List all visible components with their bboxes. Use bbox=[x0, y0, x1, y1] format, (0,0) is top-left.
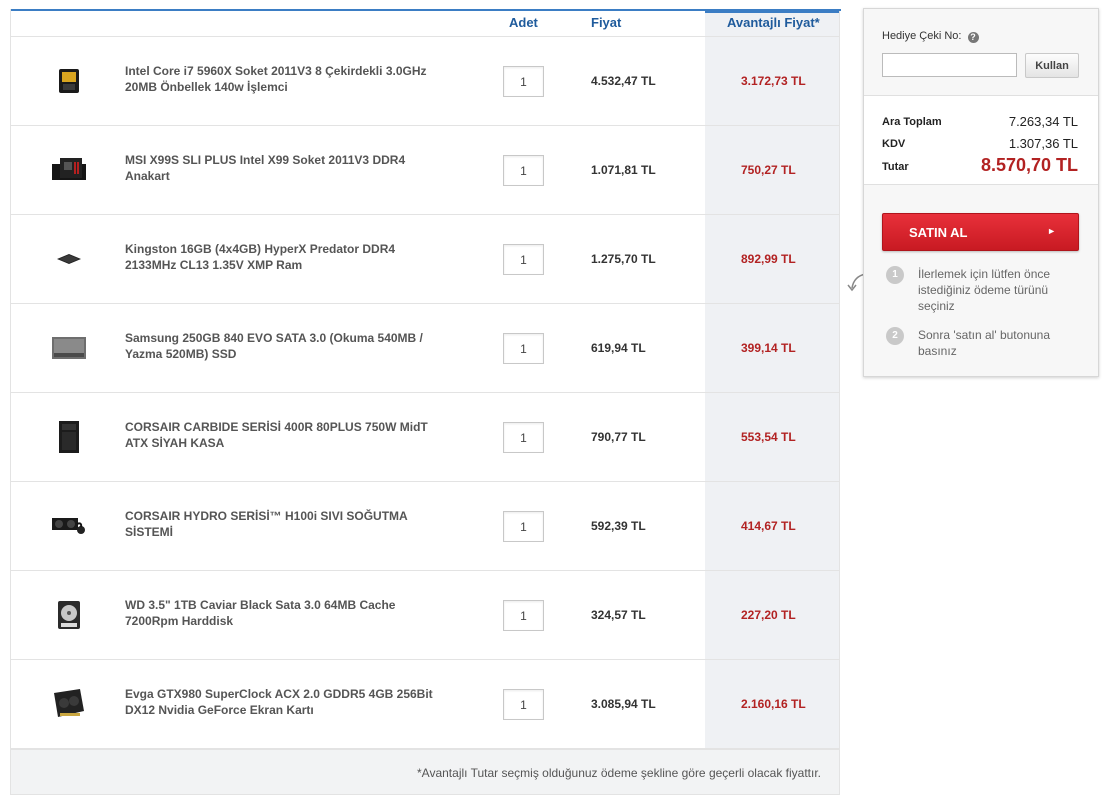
product-name[interactable]: Kingston 16GB (4x4GB) HyperX Predator DD… bbox=[125, 241, 445, 273]
step-number-badge: 2 bbox=[886, 327, 904, 345]
advantage-column-top bbox=[705, 9, 839, 13]
buy-button-label: SATIN AL bbox=[909, 224, 968, 240]
product-price: 1.071,81 TL bbox=[591, 163, 656, 177]
instruction-step: 2 Sonra 'satın al' butonuna basınız bbox=[886, 327, 1086, 361]
product-name[interactable]: CORSAIR CARBIDE SERİSİ 400R 80PLUS 750W … bbox=[125, 419, 445, 451]
hard-disk-icon[interactable] bbox=[51, 599, 87, 631]
order-summary-panel: Hediye Çeki No: ? Kullan Ara Toplam 7.26… bbox=[863, 8, 1099, 377]
quantity-input[interactable] bbox=[503, 66, 544, 97]
advantage-price: 227,20 TL bbox=[741, 608, 796, 622]
graphics-card-icon[interactable] bbox=[51, 688, 87, 720]
product-price: 3.085,94 TL bbox=[591, 697, 656, 711]
advantage-price: 3.172,73 TL bbox=[741, 74, 806, 88]
advantage-price: 414,67 TL bbox=[741, 519, 796, 533]
ram-icon[interactable] bbox=[51, 243, 87, 275]
product-name[interactable]: CORSAIR HYDRO SERİSİ™ H100i SIVI SOĞUTMA… bbox=[125, 508, 445, 540]
gift-voucher-label-text: Hediye Çeki No: bbox=[882, 30, 962, 42]
advantage-price: 2.160,16 TL bbox=[741, 697, 806, 711]
quantity-input[interactable] bbox=[503, 155, 544, 186]
total-value: 8.570,70 TL bbox=[980, 155, 1078, 175]
advantage-price: 553,54 TL bbox=[741, 430, 796, 444]
product-name[interactable]: Evga GTX980 SuperClock ACX 2.0 GDDR5 4GB… bbox=[125, 686, 445, 718]
tax-value: 1.307,36 TL bbox=[1008, 136, 1078, 151]
table-row: CORSAIR CARBIDE SERİSİ 400R 80PLUS 750W … bbox=[11, 393, 839, 482]
table-row: Evga GTX980 SuperClock ACX 2.0 GDDR5 4GB… bbox=[11, 660, 839, 749]
table-row: Intel Core i7 5960X Soket 2011V3 8 Çekir… bbox=[11, 37, 839, 126]
table-row: Kingston 16GB (4x4GB) HyperX Predator DD… bbox=[11, 215, 839, 304]
quantity-input[interactable] bbox=[503, 333, 544, 364]
table-row: CORSAIR HYDRO SERİSİ™ H100i SIVI SOĞUTMA… bbox=[11, 482, 839, 571]
pc-case-icon[interactable] bbox=[51, 421, 87, 453]
buy-button[interactable]: SATIN AL ► bbox=[882, 213, 1079, 251]
product-name[interactable]: MSI X99S SLI PLUS Intel X99 Soket 2011V3… bbox=[125, 152, 445, 184]
advantage-price: 399,14 TL bbox=[741, 341, 796, 355]
advantage-price: 892,99 TL bbox=[741, 252, 796, 266]
liquid-cooler-icon[interactable] bbox=[51, 510, 87, 542]
quantity-input[interactable] bbox=[503, 600, 544, 631]
use-voucher-button[interactable]: Kullan bbox=[1025, 53, 1079, 78]
cart-table: Adet Fiyat Avantajlı Fiyat* Intel Core i… bbox=[10, 9, 841, 795]
ssd-icon[interactable] bbox=[51, 332, 87, 364]
product-name[interactable]: Intel Core i7 5960X Soket 2011V3 8 Çekir… bbox=[125, 63, 445, 95]
instruction-step: 1 İlerlemek için lütfen önce istediğiniz… bbox=[886, 266, 1086, 316]
header-advantage-price: Avantajlı Fiyat* bbox=[727, 15, 820, 30]
product-name[interactable]: Samsung 250GB 840 EVO SATA 3.0 (Okuma 54… bbox=[125, 330, 445, 362]
product-price: 592,39 TL bbox=[591, 519, 646, 533]
subtotal-value: 7.263,34 TL bbox=[1008, 114, 1078, 129]
header-qty: Adet bbox=[509, 15, 538, 30]
total-label: Tutar bbox=[882, 161, 909, 173]
step-text: İlerlemek için lütfen önce istediğiniz ö… bbox=[918, 267, 1051, 313]
gift-voucher-label: Hediye Çeki No: ? bbox=[882, 30, 979, 43]
help-icon[interactable]: ? bbox=[967, 32, 979, 43]
step-text: Sonra 'satın al' butonuna basınız bbox=[918, 328, 1051, 358]
product-price: 324,57 TL bbox=[591, 608, 646, 622]
product-name[interactable]: WD 3.5" 1TB Caviar Black Sata 3.0 64MB C… bbox=[125, 597, 445, 629]
product-price: 619,94 TL bbox=[591, 341, 646, 355]
quantity-input[interactable] bbox=[503, 689, 544, 720]
product-price: 4.532,47 TL bbox=[591, 74, 656, 88]
table-row: WD 3.5" 1TB Caviar Black Sata 3.0 64MB C… bbox=[11, 571, 839, 660]
advantage-footnote: *Avantajlı Tutar seçmiş olduğunuz ödeme … bbox=[417, 766, 821, 780]
advantage-price: 750,27 TL bbox=[741, 163, 796, 177]
quantity-input[interactable] bbox=[503, 422, 544, 453]
quantity-input[interactable] bbox=[503, 244, 544, 275]
table-footer: *Avantajlı Tutar seçmiş olduğunuz ödeme … bbox=[11, 749, 839, 794]
table-row: MSI X99S SLI PLUS Intel X99 Soket 2011V3… bbox=[11, 126, 839, 215]
cpu-icon[interactable] bbox=[51, 65, 87, 97]
header-price: Fiyat bbox=[591, 15, 622, 30]
play-arrow-icon: ► bbox=[1047, 226, 1056, 236]
step-number-badge: 1 bbox=[886, 266, 904, 284]
table-row: Samsung 250GB 840 EVO SATA 3.0 (Okuma 54… bbox=[11, 304, 839, 393]
product-price: 790,77 TL bbox=[591, 430, 646, 444]
panel-divider bbox=[864, 184, 1098, 185]
product-price: 1.275,70 TL bbox=[591, 252, 656, 266]
tax-label: KDV bbox=[882, 138, 906, 150]
gift-voucher-input[interactable] bbox=[882, 53, 1017, 77]
quantity-input[interactable] bbox=[503, 511, 544, 542]
motherboard-icon[interactable] bbox=[51, 154, 87, 186]
subtotal-label: Ara Toplam bbox=[882, 116, 942, 128]
